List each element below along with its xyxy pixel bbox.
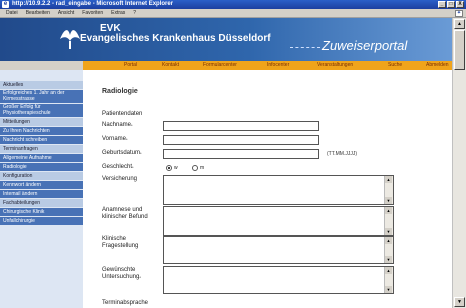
close-button[interactable]: X [456,1,464,8]
scroll-down-icon[interactable]: ▼ [385,256,392,263]
menubar: Datei Bearbeiten Ansicht Favoriten Extra… [0,9,466,18]
anamnese-scrollbar[interactable]: ▲ ▼ [384,207,393,235]
gewuenschte-scrollbar[interactable]: ▲ ▼ [384,267,393,293]
versicherung-scrollbar[interactable]: ▲ ▼ [384,176,393,204]
scroll-down-icon[interactable]: ▼ [454,297,465,307]
scroll-up-icon[interactable]: ▲ [385,207,392,214]
sidebar: Aktuelles Erfolgreiches 1. Jahr an der K… [0,70,83,308]
nav-formularcenter[interactable]: Formularcenter [203,61,237,70]
main-nav: Portal Kontakt Formularcenter Infocenter… [83,61,452,70]
versicherung-label: Versicherung [102,176,138,182]
terminabsprache-label: Terminabsprache [102,300,149,306]
menu-ansicht[interactable]: Ansicht [58,10,74,17]
sidebar-section-konfiguration: Konfiguration [0,172,83,180]
anamnese-label: Anamnese und klinischer Befund [102,207,148,220]
window-controls: _ □ X [438,1,464,8]
geburtsdatum-label: Geburtsdatum* [102,150,142,156]
anamnese-textarea[interactable]: ▲ ▼ [163,206,394,236]
sidebar-item-intemail[interactable]: Intemail ändern [0,190,83,198]
sidebar-item-erfolgreiches-jahr[interactable]: Erfolgreiches 1. Jahr an der Kirmesstras… [0,90,83,103]
portal-title: Zuweiserportal [322,38,408,53]
nav-suche[interactable]: Suche [388,61,402,70]
vorname-label: Vorname* [102,136,128,142]
sidebar-item-kennwort[interactable]: Kennwort ändern [0,181,83,189]
menu-datei[interactable]: Datei [6,10,18,17]
menu-extras[interactable]: Extras [111,10,125,17]
sidebar-item-radiologie[interactable]: Radiologie [0,163,83,171]
nav-portal[interactable]: Portal [124,61,137,70]
scroll-down-icon[interactable]: ▼ [385,197,392,204]
sidebar-item-nachricht-schreiben[interactable]: Nachricht schreiben [0,136,83,144]
scroll-up-icon[interactable]: ▲ [454,19,465,29]
scroll-up-icon[interactable]: ▲ [385,237,392,244]
menu-help[interactable]: ? [133,10,136,17]
gender-w-radio[interactable] [166,165,172,171]
vorname-field[interactable] [163,135,319,145]
sidebar-section-aktuelles: Aktuelles [0,81,83,89]
window-title: http://10.9.2.2 - rad_eingabe - Microsof… [12,1,174,7]
geburtsdatum-field[interactable] [163,149,319,159]
nav-abmelden[interactable]: Abmelden [426,61,449,70]
menu-favoriten[interactable]: Favoriten [82,10,103,17]
site-header: EVK Evangelisches Krankenhaus Düsseldorf… [0,18,452,61]
nav-veranstaltungen[interactable]: Veranstaltungen [317,61,353,70]
sidebar-section-mitteilungen: Mitteilungen [0,118,83,126]
menu-bearbeiten[interactable]: Bearbeiten [26,10,50,17]
nachname-field[interactable] [163,121,319,131]
nachname-label: Nachname* [102,122,133,128]
maximize-button[interactable]: □ [447,1,455,8]
versicherung-textarea[interactable]: ▲ ▼ [163,175,394,205]
klinische-textarea[interactable]: ▲ ▼ [163,236,394,264]
gewuenschte-label: Gewünschte Untersuchung* [102,267,141,280]
sidebar-section-fachabteilungen: Fachabteilungen [0,199,83,207]
page-scrollbar[interactable]: ▲ ▼ [452,18,466,308]
gender-w-label: w [174,165,178,171]
section-heading: Patientendaten [102,111,143,117]
gender-m-radio[interactable] [192,165,198,171]
window-titlebar: e http://10.9.2.2 - rad_eingabe - Micros… [0,0,466,9]
scroll-thumb[interactable] [454,30,465,70]
gewuenschte-textarea[interactable]: ▲ ▼ [163,266,394,294]
minimize-button[interactable]: _ [438,1,446,8]
windows-flag-icon: ✦ [455,10,463,17]
geschlecht-label: Geschlecht* [102,164,134,170]
sidebar-item-nachrichten[interactable]: Zu Ihren Nachrichten [0,127,83,135]
klinische-label: Klinische Fragestellung [102,236,139,249]
scroll-down-icon[interactable]: ▼ [385,228,392,235]
scroll-up-icon[interactable]: ▲ [385,267,392,274]
sidebar-section-terminanfragen: Terminanfragen [0,145,83,153]
nav-infocenter[interactable]: Infocenter [267,61,289,70]
date-format-hint: (TT.MM.JJJJ) [327,151,357,157]
ie-icon: e [2,1,9,8]
klinische-scrollbar[interactable]: ▲ ▼ [384,237,393,263]
brand-long: Evangelisches Krankenhaus Düsseldorf [80,33,271,44]
main-content: Radiologie Patientendaten Nachname* Vorn… [83,70,452,308]
header-divider [290,47,320,48]
nav-kontakt[interactable]: Kontakt [162,61,179,70]
sidebar-item-chirurgische-klinik[interactable]: Chirurgische Klinik [0,208,83,216]
sidebar-item-unfallchirurgie[interactable]: Unfallchirurgie [0,217,83,225]
scroll-up-icon[interactable]: ▲ [385,176,392,183]
scroll-down-icon[interactable]: ▼ [385,286,392,293]
gender-m-label: m [200,165,205,171]
page-title: Radiologie [102,88,138,95]
sidebar-item-allgemeine-aufnahme[interactable]: Allgemeine Aufnahme [0,154,83,162]
sidebar-item-physiotherapieschule[interactable]: Großer Erfolg für Physiotherapieschule [0,104,83,117]
